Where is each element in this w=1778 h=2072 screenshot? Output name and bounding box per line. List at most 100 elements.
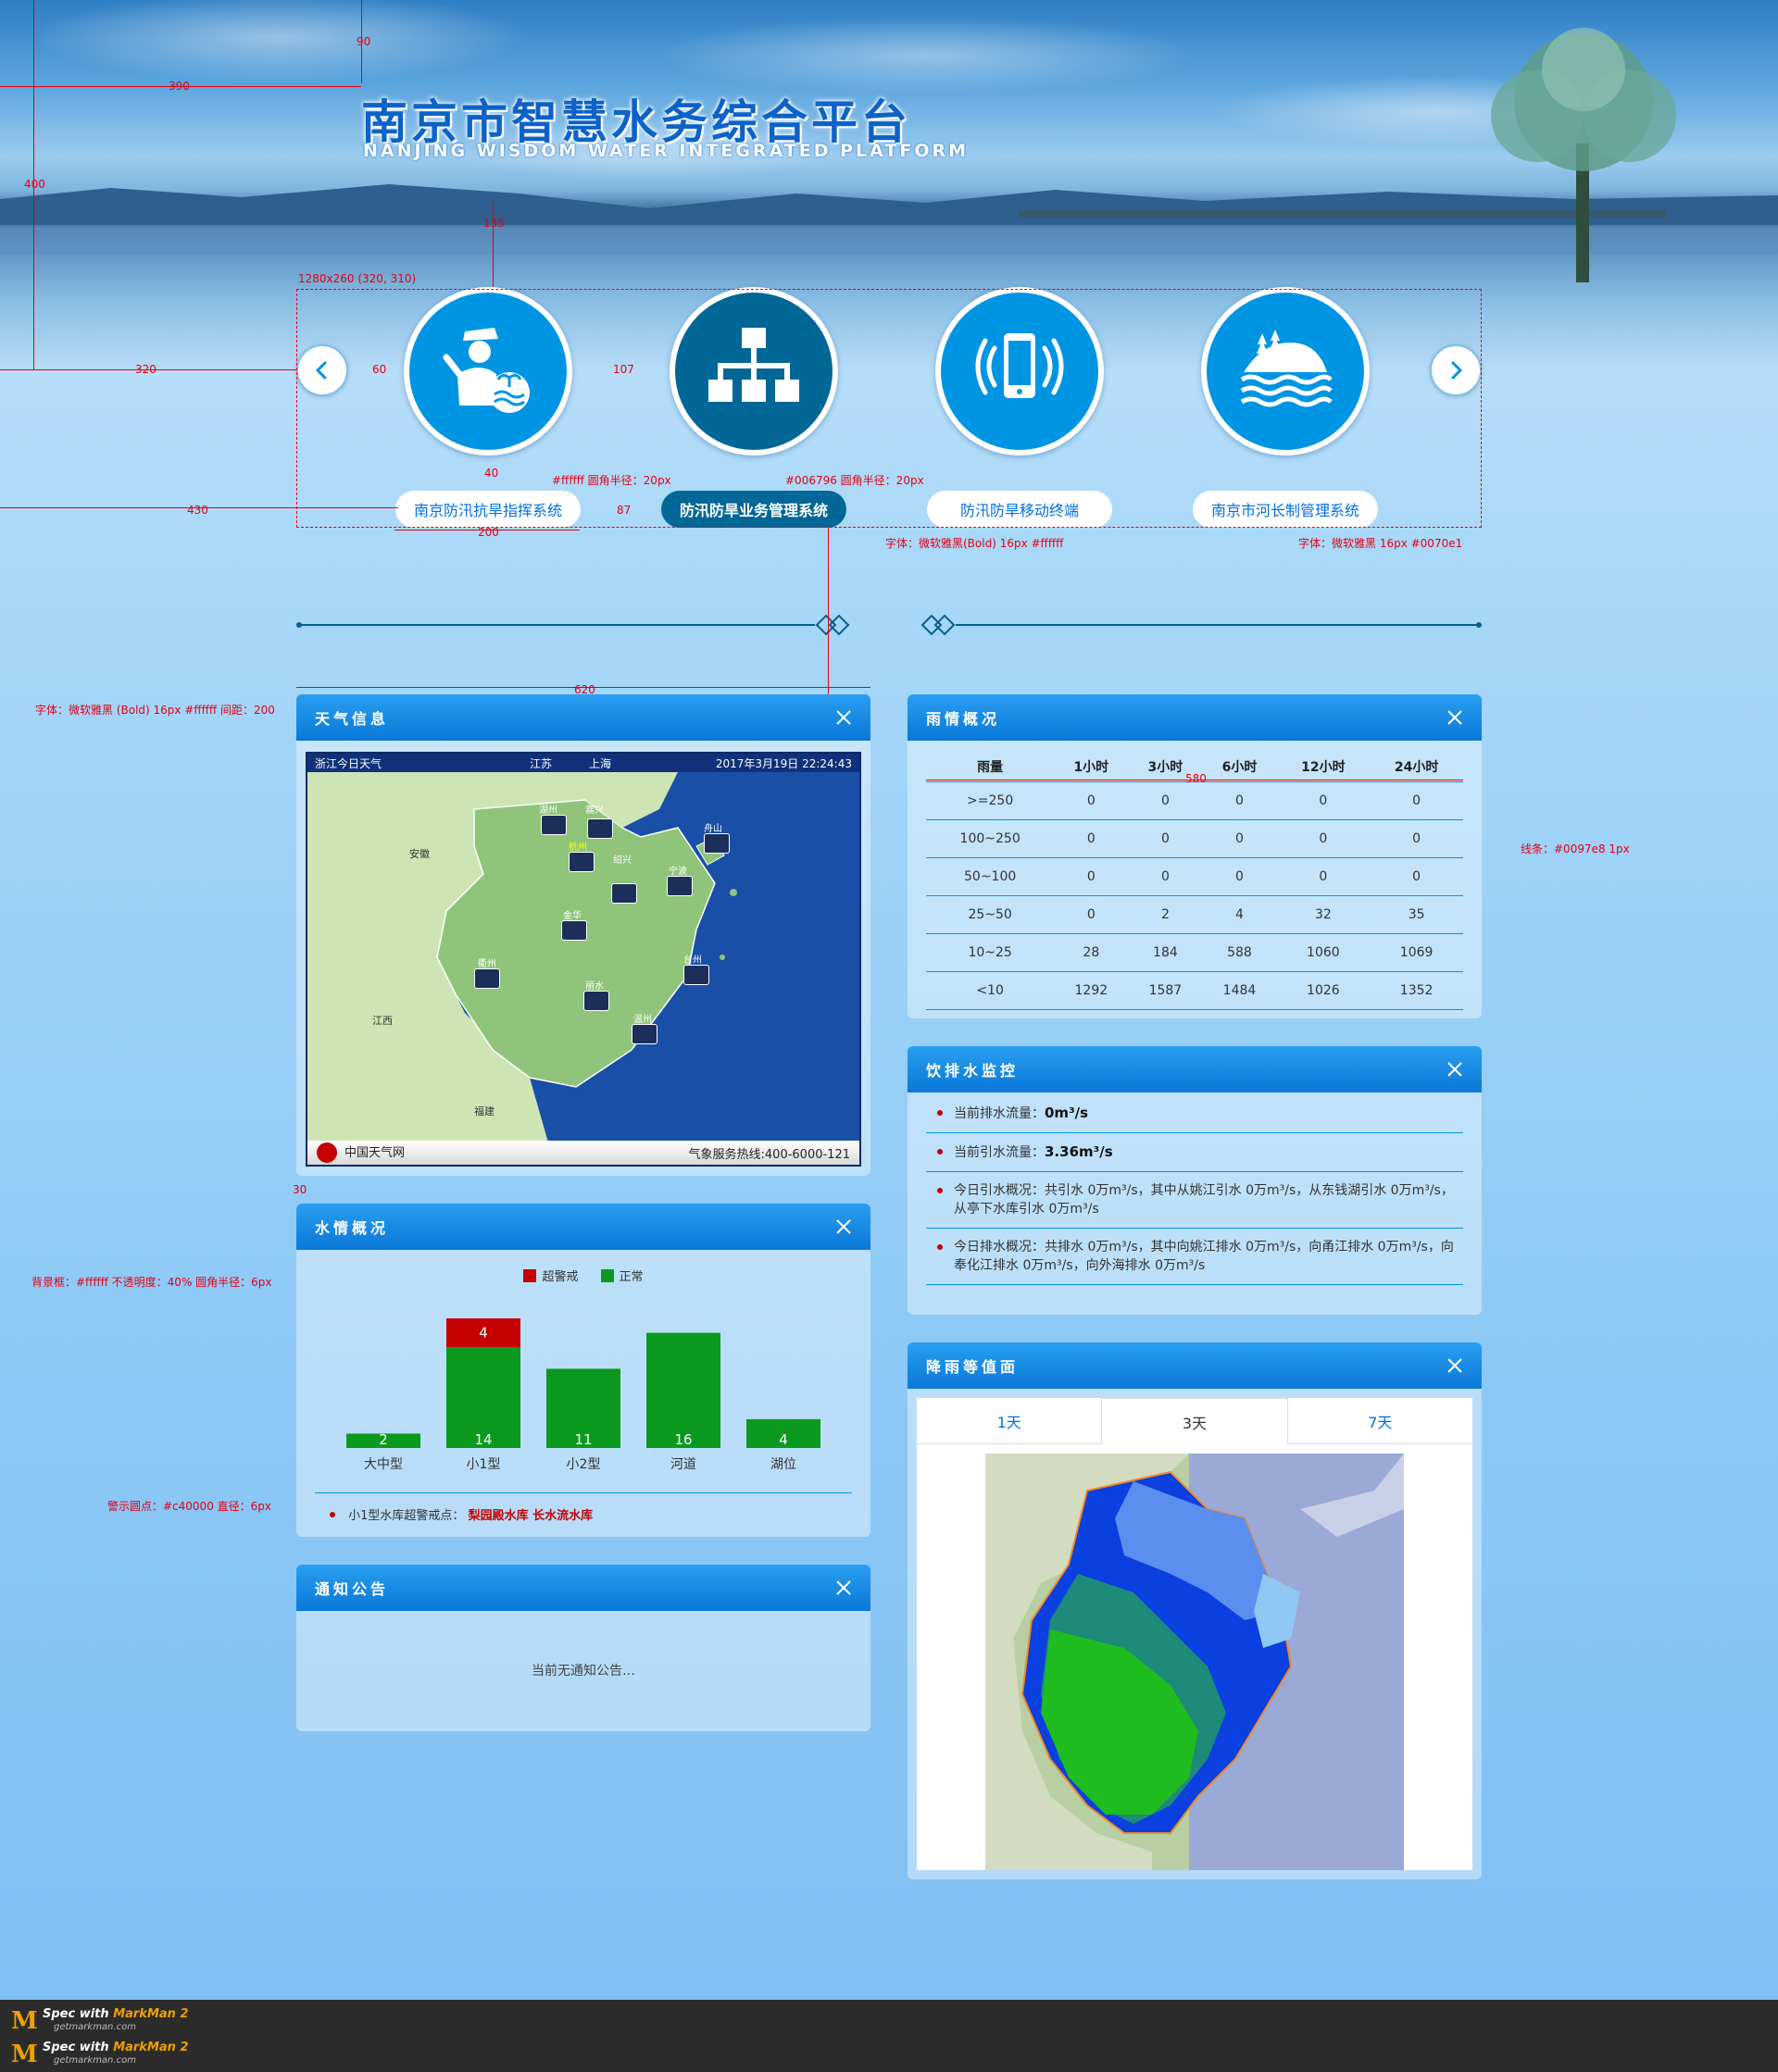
rain-cloud-icon xyxy=(587,818,613,839)
weather-map-title: 浙江今日天气 xyxy=(315,756,382,770)
warning-reservoirs[interactable]: 梨园殿水库 长水流水库 xyxy=(469,1509,594,1523)
spec-label: 580 xyxy=(1185,772,1207,785)
map-place-label: 湖州 xyxy=(539,805,557,816)
close-icon[interactable] xyxy=(835,1218,852,1235)
category-label: 大中型 xyxy=(364,1457,403,1472)
table-cell: 0 xyxy=(1128,819,1203,858)
bar-value-label: 4 xyxy=(479,1325,488,1342)
table-cell: 1484 xyxy=(1202,971,1277,1010)
platform-subtitle: NANJING WISDOM WATER INTEGRATED PLATFORM xyxy=(363,141,970,161)
bar-value-label: 11 xyxy=(574,1431,592,1448)
weather-map-footer: 中国天气网 气象服务热线:400-6000-121 xyxy=(307,1141,859,1165)
spec-line xyxy=(296,687,870,688)
rain-table: 雨量 1小时 3小时 6小时 12小时 24小时 >=250 0 0 0 0 0 100~2… xyxy=(926,752,1463,1010)
table-cell: 0 xyxy=(1054,819,1129,858)
panel-title: 饮排水监控 xyxy=(926,1062,1020,1080)
rainfall-isosurface-map[interactable] xyxy=(985,1454,1404,1870)
spec-label: 620 xyxy=(574,683,595,696)
map-place-label: 金华 xyxy=(563,911,582,921)
spec-guide-box xyxy=(296,289,1482,528)
table-cell: 28 xyxy=(1054,933,1129,972)
notice-panel: 通知公告 当前无通知公告… xyxy=(296,1565,870,1731)
water-status-panel: 水情概况 超警戒 正常 2 大中型 14 4 小1型 11 小2型 16 河道 4 湖位 小1型水库… xyxy=(296,1204,870,1537)
close-icon[interactable] xyxy=(1446,1061,1463,1078)
table-header-cell: 12小时 xyxy=(1301,759,1346,775)
divider-line xyxy=(315,1492,852,1493)
table-cell: 35 xyxy=(1370,895,1463,934)
weather-panel: 天气信息 浙江今日天气 江苏 上海 2017年3月19日 22:24:43 中国… xyxy=(296,694,870,1176)
tab-1-day[interactable]: 1天 xyxy=(917,1398,1102,1444)
spec-label: 字体：微软雅黑 16px #0070e1 xyxy=(1298,537,1463,550)
panel-title: 降雨等值面 xyxy=(926,1358,1020,1376)
tab-3-day[interactable]: 3天 xyxy=(1101,1398,1288,1444)
close-icon[interactable] xyxy=(835,709,852,726)
spec-label: 字体：微软雅黑 (Bold) 16px #ffffff 间距：200 xyxy=(35,704,275,717)
table-cell: 1292 xyxy=(1054,971,1129,1010)
section-divider xyxy=(296,614,1482,636)
table-cell: 50~100 xyxy=(926,857,1055,896)
table-cell: 10~25 xyxy=(926,933,1055,972)
spec-label: 背景框：#ffffff 不透明度：40% 圆角半径：6px xyxy=(31,1276,272,1289)
warning-label: 小1型水库超警戒点： xyxy=(348,1509,465,1523)
markman-site: getmarkman.com xyxy=(54,2055,136,2066)
weather-source: 中国天气网 xyxy=(344,1145,406,1160)
panel-header: 天气信息 xyxy=(296,694,870,741)
rainfall-isosurface-panel: 降雨等值面 1天 3天 7天 xyxy=(908,1342,1482,1879)
table-cell: 0 xyxy=(1370,857,1463,896)
rain-cloud-icon xyxy=(704,833,730,854)
close-icon[interactable] xyxy=(1446,709,1463,726)
spec-line xyxy=(33,0,34,370)
table-cell: 0 xyxy=(1202,857,1277,896)
warning-row: 小1型水库超警戒点： 梨园殿水库 长水流水库 xyxy=(330,1505,593,1523)
table-row: 100~250 0 0 0 0 0 xyxy=(926,819,1463,858)
legend-item-warn: 超警戒 xyxy=(523,1267,579,1284)
map-place-label: 安徽 xyxy=(409,848,430,860)
map-place-label: 舟山 xyxy=(704,824,722,834)
table-cell: 0 xyxy=(1276,781,1371,820)
close-icon[interactable] xyxy=(1446,1357,1463,1374)
table-cell: 1060 xyxy=(1276,933,1371,972)
map-place-label: 宁波 xyxy=(669,867,687,877)
panel-title: 天气信息 xyxy=(315,710,390,728)
rain-cloud-icon xyxy=(667,876,693,896)
zhejiang-map xyxy=(307,772,859,1142)
drain-list: 当前排水流量：0m³/s 当前引水流量：3.36m³/s 今日引水概况：共引水 … xyxy=(926,1094,1463,1285)
rain-cloud-icon xyxy=(474,968,500,989)
table-cell: 184 xyxy=(1128,933,1203,972)
list-item: 今日引水概况：共引水 0万m³/s，其中从姚江引水 0万m³/s，从东钱湖引水 … xyxy=(926,1172,1463,1229)
tab-7-day[interactable]: 7天 xyxy=(1287,1398,1472,1444)
warning-dot-icon xyxy=(330,1512,335,1517)
table-cell: 1026 xyxy=(1276,971,1371,1010)
legend-item-normal: 正常 xyxy=(600,1267,644,1284)
bar-value-label: 16 xyxy=(674,1431,692,1448)
rain-cloud-icon xyxy=(683,965,709,985)
panel-header: 饮排水监控 xyxy=(908,1046,1482,1092)
table-header-cell: 1小时 xyxy=(1073,759,1109,775)
list-item: 今日排水概况：共排水 0万m³/s，其中向姚江排水 0万m³/s，向甬江排水 0… xyxy=(926,1229,1463,1285)
spec-label: 字体：微软雅黑(Bold) 16px #ffffff xyxy=(885,537,1064,550)
table-cell: 25~50 xyxy=(926,895,1055,934)
table-cell: 0 xyxy=(1054,781,1129,820)
bar-value-label: 4 xyxy=(779,1431,788,1448)
rain-status-panel: 雨情概况 雨量 1小时 3小时 6小时 12小时 24小时 >=250 0 0 0 0 0… xyxy=(908,694,1482,1018)
spec-line xyxy=(0,369,296,370)
spec-label: 135 xyxy=(483,217,505,230)
map-place-label: 衢州 xyxy=(478,959,496,969)
panel-header: 降雨等值面 xyxy=(908,1342,1482,1389)
panel-header: 通知公告 xyxy=(296,1565,870,1611)
spec-label: 430 xyxy=(187,504,208,517)
spec-label: 警示圆点：#c40000 直径：6px xyxy=(107,1500,271,1513)
water-bar-chart: 2 大中型 14 4 小1型 11 小2型 16 河道 4 湖位 xyxy=(346,1318,820,1472)
table-cell: 0 xyxy=(1054,895,1129,934)
category-label: 湖位 xyxy=(770,1457,796,1472)
markman-logo-icon: M xyxy=(11,2007,38,2035)
weather-logo-icon xyxy=(317,1142,337,1164)
close-icon[interactable] xyxy=(835,1579,852,1596)
markman-text: Spec with MarkMan 2 xyxy=(43,2041,189,2054)
rain-cloud-icon xyxy=(583,991,609,1011)
weather-map[interactable]: 浙江今日天气 江苏 上海 2017年3月19日 22:24:43 中国天气网 气… xyxy=(306,752,861,1167)
list-item: 当前引水流量：3.36m³/s xyxy=(926,1133,1463,1172)
spec-label: 107 xyxy=(613,363,634,376)
spec-label: 400 xyxy=(24,178,45,191)
map-place-label: 丽水 xyxy=(585,981,604,992)
